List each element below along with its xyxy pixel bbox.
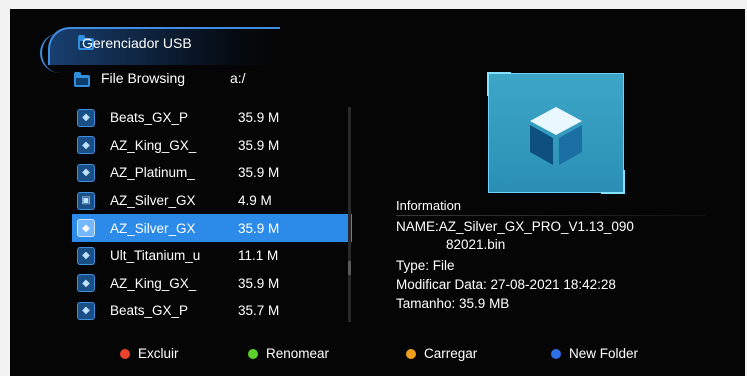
package-icon: ◆ <box>77 163 95 182</box>
action-label: Renomear <box>266 346 330 361</box>
scrollbar-track[interactable] <box>348 107 351 322</box>
action-load[interactable]: Carregar <box>406 346 477 361</box>
package-icon <box>530 107 582 165</box>
package-icon: ◆ <box>77 108 95 127</box>
package-icon: ◆ <box>77 301 95 320</box>
file-name: AZ_Silver_GX <box>110 220 196 236</box>
file-row[interactable]: ◆ AZ_King_GX_ 35.9 M <box>72 132 352 160</box>
yellow-button-icon <box>406 348 416 359</box>
action-label: New Folder <box>569 346 639 361</box>
disk-icon: ▣ <box>77 191 95 210</box>
file-size: 35.9 M <box>238 165 280 181</box>
file-name: AZ_Platinum_ <box>110 165 195 181</box>
action-label: Excluir <box>138 346 179 361</box>
file-name: Beats_GX_P <box>110 110 189 126</box>
current-path: a:/ <box>230 70 246 86</box>
red-button-icon <box>120 348 130 359</box>
page-title: Gerenciador USB <box>82 35 192 51</box>
info-title: Information <box>396 198 462 213</box>
file-row[interactable]: ◆ Beats_GX_P 35.7 M <box>72 297 352 325</box>
usb-manager-screen: Gerenciador USB File Browsing a:/ ◆ Beat… <box>10 9 745 376</box>
action-new-folder[interactable]: New Folder <box>551 346 638 361</box>
file-list: ◆ Beats_GX_P 35.9 M ◆ AZ_King_GX_ 35.9 M… <box>72 104 352 325</box>
file-name: Beats_GX_P <box>110 303 189 319</box>
file-size: 4.9 M <box>238 193 272 209</box>
file-name: Ult_Titanium_u <box>110 248 201 264</box>
file-size: 11.1 M <box>238 248 279 264</box>
package-icon: ◆ <box>77 274 95 293</box>
file-name: AZ_King_GX_ <box>110 137 197 153</box>
file-row[interactable]: ▣ AZ_Silver_GX 4.9 M <box>72 187 352 215</box>
file-name: AZ_Silver_GX <box>110 193 196 209</box>
file-row[interactable]: ◆ Ult_Titanium_u 11.1 M <box>72 242 352 270</box>
action-rename[interactable]: Renomear <box>248 346 329 361</box>
action-label: Carregar <box>424 346 478 361</box>
file-size: 35.7 M <box>238 303 280 319</box>
package-icon: ◆ <box>77 219 95 238</box>
scrollbar-thumb[interactable] <box>348 261 351 275</box>
folder-icon <box>74 72 90 87</box>
package-icon: ◆ <box>77 246 95 265</box>
file-row[interactable]: ◆ AZ_Platinum_ 35.9 M <box>72 159 352 187</box>
file-row-selected[interactable]: ◆ AZ_Silver_GX 35.9 M <box>72 214 352 242</box>
package-icon: ◆ <box>77 136 95 155</box>
file-row[interactable]: ◆ AZ_King_GX_ 35.9 M <box>72 270 352 298</box>
file-size: 35.9 M <box>238 220 280 236</box>
green-button-icon <box>248 348 258 359</box>
file-size: 35.9 M <box>238 275 280 291</box>
file-size: 35.9 M <box>238 110 280 126</box>
action-delete[interactable]: Excluir <box>120 346 179 361</box>
file-row[interactable]: ◆ Beats_GX_P 35.9 M <box>72 104 352 132</box>
file-preview <box>487 72 625 194</box>
blue-button-icon <box>551 348 561 359</box>
divider <box>396 215 706 216</box>
info-size: Tamanho: 35.9 MB <box>396 296 510 311</box>
info-name-cont: 82021.bin <box>446 237 506 252</box>
info-type: Type: File <box>396 258 455 273</box>
file-name: AZ_King_GX_ <box>110 275 197 291</box>
info-modified: Modificar Data: 27-08-2021 18:42:28 <box>396 277 616 292</box>
browse-label: File Browsing <box>101 70 186 86</box>
info-name: NAME:AZ_Silver_GX_PRO_V1.13_090 <box>396 219 634 234</box>
file-size: 35.9 M <box>238 137 280 153</box>
